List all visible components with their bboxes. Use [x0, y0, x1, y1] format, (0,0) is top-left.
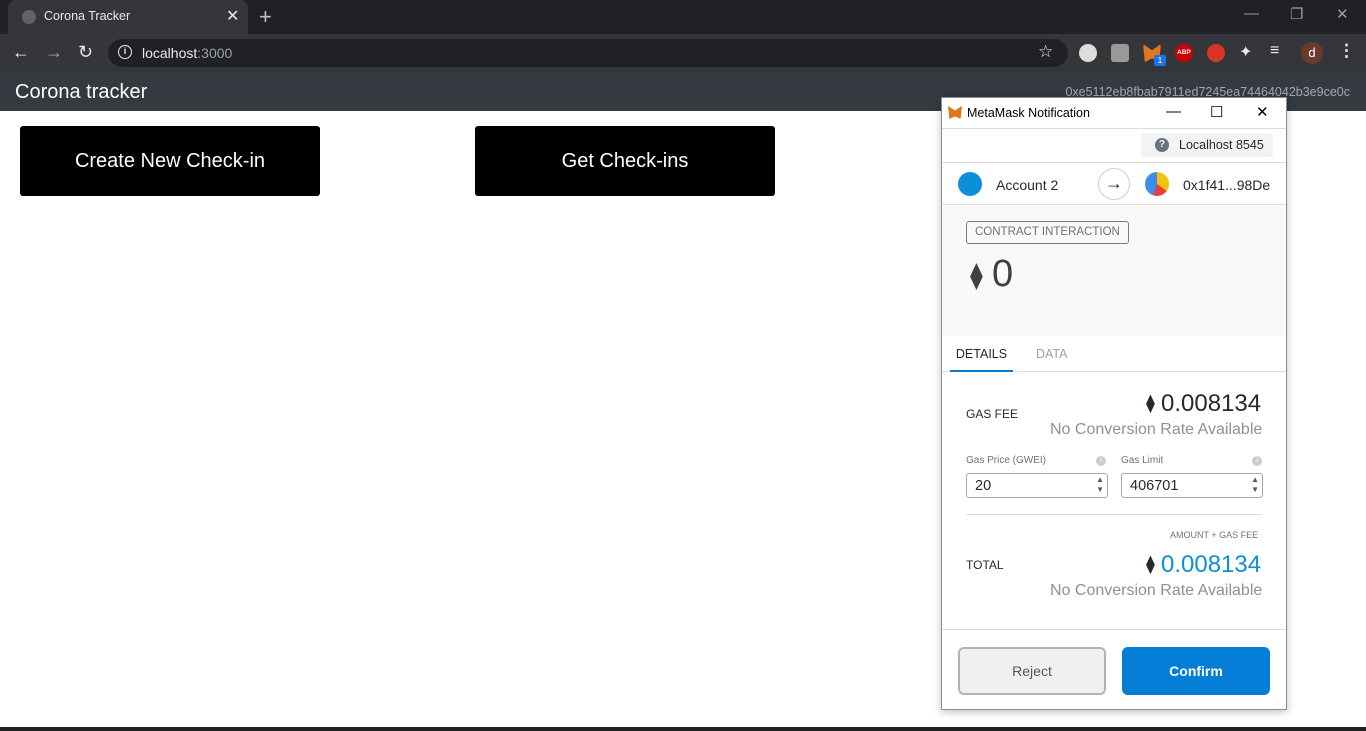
- address-bar[interactable]: i localhost:3000 ☆: [108, 39, 1068, 67]
- gas-fee-value: 0.008134: [1161, 390, 1262, 417]
- action-footer: Reject Confirm: [942, 629, 1286, 711]
- browser-tab[interactable]: Corona Tracker ✕: [8, 0, 248, 34]
- extensions-puzzle-icon[interactable]: ✦: [1239, 42, 1252, 62]
- info-icon[interactable]: i: [1096, 456, 1106, 466]
- site-info-icon[interactable]: i: [118, 45, 132, 59]
- extension-square-icon[interactable]: [1111, 44, 1129, 62]
- total-value: 0.008134: [1161, 551, 1262, 578]
- metamask-fox-icon: [948, 106, 962, 119]
- amount-plus-gas-label: AMOUNT + GAS FEE: [1170, 530, 1259, 540]
- kebab-menu-icon[interactable]: ⋮: [1338, 41, 1355, 61]
- network-indicator[interactable]: ? Localhost 8545: [1141, 133, 1273, 157]
- taskbar-strip: [0, 727, 1366, 731]
- create-checkin-button[interactable]: Create New Check-in: [20, 126, 320, 196]
- url-host: localhost: [142, 45, 198, 61]
- from-account-identicon: [958, 172, 982, 196]
- network-name: Localhost 8545: [1179, 138, 1264, 152]
- gas-price-label: Gas Price (GWEI): [966, 455, 1047, 466]
- divider: [966, 514, 1262, 515]
- arrow-right-icon: →: [1098, 168, 1130, 200]
- info-icon[interactable]: i: [1252, 456, 1262, 466]
- close-tab-icon[interactable]: ✕: [226, 6, 239, 26]
- adblock-icon[interactable]: ABP: [1175, 44, 1193, 62]
- metamask-titlebar: MetaMask Notification — ☐ ✕: [942, 98, 1286, 129]
- from-account-name[interactable]: Account 2: [996, 177, 1058, 193]
- gas-limit-input[interactable]: 406701 ▲ ▼: [1121, 473, 1263, 498]
- gas-price-input[interactable]: 20 ▲ ▼: [966, 473, 1108, 498]
- stop-hand-icon[interactable]: [1207, 44, 1225, 62]
- metamask-badge: 1: [1154, 55, 1166, 66]
- browser-tab-bar: Corona Tracker ✕ + — ❐ ✕: [0, 0, 1366, 34]
- gas-fee-conversion: No Conversion Rate Available: [1050, 421, 1263, 438]
- total-conversion: No Conversion Rate Available: [1050, 582, 1263, 599]
- minimize-icon[interactable]: —: [1244, 5, 1259, 22]
- restore-icon[interactable]: ❐: [1290, 5, 1303, 23]
- question-icon: ?: [1155, 138, 1169, 152]
- gas-limit-value: 406701: [1130, 478, 1179, 494]
- ethereum-icon: ⧫: [1146, 554, 1155, 574]
- tab-data[interactable]: DATA: [1036, 336, 1067, 372]
- forward-icon[interactable]: →: [45, 42, 63, 63]
- profile-avatar[interactable]: d: [1301, 42, 1323, 64]
- stepper-icon[interactable]: ▲ ▼: [1096, 475, 1104, 495]
- transaction-amount: 0: [992, 253, 1014, 295]
- gas-limit-label: Gas Limit: [1121, 455, 1164, 466]
- extension-circle-icon[interactable]: [1079, 44, 1097, 62]
- globe-icon: [22, 10, 36, 24]
- new-tab-button[interactable]: +: [259, 4, 272, 30]
- transaction-header: CONTRACT INTERACTION ⧫ 0: [942, 206, 1286, 336]
- gas-price-value: 20: [975, 478, 992, 494]
- url-text: localhost:3000: [142, 45, 232, 61]
- reading-list-icon[interactable]: ≡: [1270, 42, 1279, 60]
- maximize-icon[interactable]: ☐: [1210, 103, 1223, 121]
- reject-button[interactable]: Reject: [958, 647, 1106, 695]
- app-title: Corona tracker: [15, 81, 148, 103]
- url-port: :3000: [197, 45, 233, 61]
- tab-title: Corona Tracker: [44, 9, 131, 23]
- reload-icon[interactable]: ↻: [78, 42, 93, 63]
- metamask-window-title: MetaMask Notification: [967, 106, 1090, 120]
- minimize-icon[interactable]: —: [1166, 103, 1181, 120]
- ethereum-icon: ⧫: [1146, 393, 1155, 413]
- contract-interaction-badge: CONTRACT INTERACTION: [966, 221, 1129, 244]
- gas-fee-label: GAS FEE: [966, 407, 1019, 421]
- get-checkins-button[interactable]: Get Check-ins: [475, 126, 775, 196]
- to-account-identicon: [1145, 172, 1169, 196]
- metamask-window: MetaMask Notification — ☐ ✕ ? Localhost …: [941, 97, 1287, 710]
- tab-details[interactable]: DETAILS: [950, 336, 1013, 372]
- close-icon[interactable]: ✕: [1256, 103, 1269, 121]
- bookmark-star-icon[interactable]: ☆: [1038, 42, 1053, 62]
- to-address[interactable]: 0x1f41...98De: [1183, 177, 1270, 193]
- close-window-icon[interactable]: ✕: [1336, 5, 1349, 23]
- confirm-button[interactable]: Confirm: [1122, 647, 1270, 695]
- browser-toolbar: ← → ↻ i localhost:3000 ☆ 1 ABP ✦ ≡ d ⋮: [0, 34, 1366, 72]
- detail-tabs: DETAILS DATA: [942, 336, 1286, 372]
- ethereum-icon: ⧫: [970, 260, 983, 290]
- account-route: Account 2 → 0x1f41...98De: [942, 162, 1286, 205]
- back-icon[interactable]: ←: [12, 42, 30, 63]
- total-label: TOTAL: [966, 558, 1004, 572]
- stepper-icon[interactable]: ▲ ▼: [1251, 475, 1259, 495]
